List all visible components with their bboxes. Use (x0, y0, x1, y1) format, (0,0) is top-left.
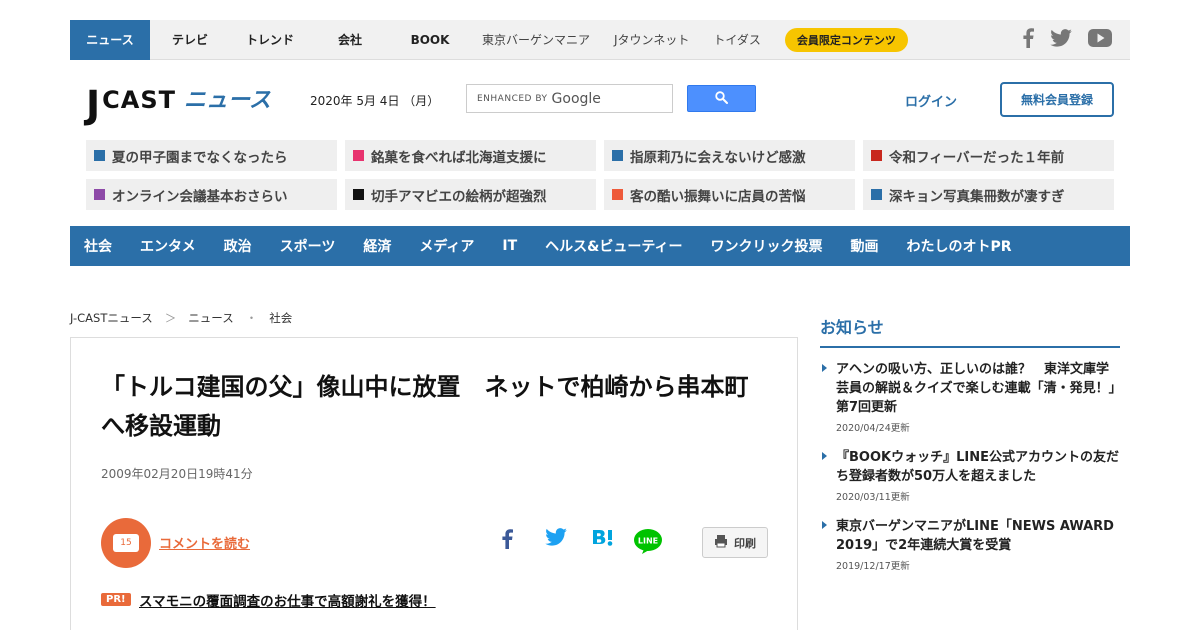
topnav-trend[interactable]: トレンド (230, 20, 310, 60)
register-button[interactable]: 無料会員登録 (1000, 82, 1114, 117)
social-links (1022, 28, 1112, 48)
facebook-icon[interactable] (1022, 28, 1034, 48)
trending-tag-label: 深キョン写真集冊数が凄すぎ (889, 188, 1065, 205)
top-navigation-bar: ニュース テレビ トレンド 会社 BOOK 東京バーゲンマニア Jタウンネット … (70, 19, 1130, 60)
notice-date: 2019/12/17更新 (836, 561, 910, 572)
trending-tag-label: 客の酷い振舞いに店員の苦悩 (630, 188, 806, 205)
breadcrumb-home[interactable]: J-CASTニュース (70, 310, 153, 326)
trending-tag[interactable]: 令和フィーバーだった１年前 (863, 140, 1114, 171)
trending-tag[interactable]: 銘菓を食べれば北海道支援に (345, 140, 596, 171)
notice-date: 2020/04/24更新 (836, 423, 910, 434)
trending-tag-label: 銘菓を食べれば北海道支援に (371, 149, 547, 166)
category-item[interactable]: 経済 (363, 236, 391, 256)
breadcrumb-separator: ＞ (164, 311, 177, 325)
category-item[interactable]: 政治 (224, 236, 252, 256)
tag-color-marker (353, 189, 364, 200)
notices-heading: お知らせ (820, 314, 1120, 348)
breadcrumb: J-CASTニュース ＞ ニュース ・ 社会 (70, 310, 292, 326)
search-icon (715, 89, 728, 108)
tag-color-marker (612, 189, 623, 200)
trending-tag[interactable]: 深キョン写真集冊数が凄すぎ (863, 179, 1114, 210)
pr-link[interactable]: スマモニの覆面調査のお仕事で高額謝礼を獲得！ (139, 590, 436, 610)
notice-text: 『BOOKウォッチ』LINE公式アカウントの友だち登録者数が50万人を超えました (836, 450, 1119, 484)
triangle-right-icon (822, 452, 827, 460)
triangle-right-icon (822, 364, 827, 372)
notice-text: 東京バーゲンマニアがLINE「NEWS AWARD 2019」で2年連続大賞を受… (836, 519, 1114, 553)
search-enhanced-label: ENHANCED BY (477, 93, 548, 104)
category-item[interactable]: わたしのオトPR (907, 236, 1012, 256)
category-item[interactable]: 社会 (84, 236, 112, 256)
article-card: 「トルコ建国の父」像山中に放置 ネットで柏崎から串本町へ移設運動 2009年02… (70, 337, 798, 630)
breadcrumb-news[interactable]: ニュース (188, 310, 233, 326)
article-date: 2009年02月20日19時41分 (101, 467, 253, 481)
notice-date: 2020/03/11更新 (836, 492, 910, 503)
category-item[interactable]: ワンクリック投票 (711, 236, 823, 256)
comment-icon[interactable]: 15 (101, 518, 151, 568)
topnav-news[interactable]: ニュース (70, 19, 150, 60)
comment-count: 15 (113, 534, 139, 552)
breadcrumb-separator: ・ (245, 311, 258, 325)
logo-news: ニュース (183, 88, 271, 113)
trending-tag[interactable]: オンライン会議基本おさらい (86, 179, 337, 210)
notice-item[interactable]: 東京バーゲンマニアがLINE「NEWS AWARD 2019」で2年連続大賞を受… (820, 517, 1120, 572)
login-link[interactable]: ログイン (905, 91, 957, 110)
tag-color-marker (94, 189, 105, 200)
search-button[interactable] (687, 85, 756, 112)
topnav-toidas[interactable]: トイダス (701, 20, 773, 60)
tag-color-marker (353, 150, 364, 161)
article-title: 「トルコ建国の父」像山中に放置 ネットで柏崎から串本町へ移設運動 (101, 373, 749, 440)
category-navigation: 社会 エンタメ 政治 スポーツ 経済 メディア IT ヘルス&ビューティー ワンクリック投票 動画… (70, 226, 1130, 266)
trending-tag[interactable]: 客の酷い振舞いに店員の苦悩 (604, 179, 855, 210)
topnav-book[interactable]: BOOK (390, 20, 470, 60)
current-date: 2020年 5月 4日 （月） (310, 94, 440, 108)
tag-color-marker (612, 150, 623, 161)
category-item[interactable]: IT (502, 238, 517, 254)
logo-j: J (86, 83, 101, 127)
line-share-icon[interactable]: LINE (634, 528, 662, 554)
category-item[interactable]: 動画 (851, 236, 879, 256)
breadcrumb-society[interactable]: 社会 (269, 310, 292, 326)
tag-color-marker (871, 150, 882, 161)
youtube-icon[interactable] (1088, 29, 1112, 47)
topnav-j-town-net[interactable]: Jタウンネット (602, 20, 701, 60)
trending-tag[interactable]: 夏の甲子園までなくなったら (86, 140, 337, 171)
topnav-bargain-mania[interactable]: 東京バーゲンマニア (470, 20, 602, 60)
facebook-share-icon[interactable] (501, 528, 513, 550)
printer-icon (714, 534, 728, 551)
pr-badge: PR! (101, 593, 131, 606)
triangle-right-icon (822, 521, 827, 529)
category-item[interactable]: ヘルス&ビューティー (545, 236, 682, 256)
hatena-bookmark-icon[interactable] (591, 528, 615, 548)
print-label: 印刷 (734, 536, 756, 550)
read-comments-link[interactable]: コメントを読む (159, 533, 250, 552)
notice-item[interactable]: 『BOOKウォッチ』LINE公式アカウントの友だち登録者数が50万人を超えました… (820, 448, 1120, 503)
topnav-company[interactable]: 会社 (310, 20, 390, 60)
topnav-tv[interactable]: テレビ (150, 20, 230, 60)
tag-color-marker (871, 189, 882, 200)
category-item[interactable]: スポーツ (280, 236, 336, 256)
trending-tag-label: 夏の甲子園までなくなったら (112, 149, 288, 166)
logo-cast: CAST (102, 86, 176, 114)
trending-tag[interactable]: 指原莉乃に会えないけど感激 (604, 140, 855, 171)
trending-tag-label: オンライン会議基本おさらい (112, 188, 288, 205)
trending-tag[interactable]: 切手アマビエの絵柄が超強烈 (345, 179, 596, 210)
notices-list: アヘンの吸い方、正しいのは誰？ 東洋文庫学芸員の解説＆クイズで楽しむ連載「清・発… (820, 360, 1120, 586)
svg-text:LINE: LINE (638, 537, 658, 546)
print-button[interactable]: 印刷 (702, 527, 768, 558)
members-only-badge[interactable]: 会員限定コンテンツ (784, 27, 908, 52)
notice-item[interactable]: アヘンの吸い方、正しいのは誰？ 東洋文庫学芸員の解説＆クイズで楽しむ連載「清・発… (820, 360, 1120, 434)
trending-tag-label: 令和フィーバーだった１年前 (889, 149, 1065, 166)
site-logo[interactable]: J CAST ニュース (86, 78, 286, 124)
category-item[interactable]: エンタメ (140, 236, 196, 256)
twitter-share-icon[interactable] (545, 528, 567, 546)
notice-text: アヘンの吸い方、正しいのは誰？ 東洋文庫学芸員の解説＆クイズで楽しむ連載「清・発… (836, 362, 1116, 415)
trending-tag-label: 指原莉乃に会えないけど感激 (630, 149, 806, 166)
tag-color-marker (94, 150, 105, 161)
search-input[interactable]: ENHANCED BY Google (466, 84, 673, 113)
search-google-label: Google (551, 90, 601, 107)
twitter-icon[interactable] (1050, 29, 1072, 47)
trending-tags: 夏の甲子園までなくなったら 銘菓を食べれば北海道支援に 指原莉乃に会えないけど感激 令… (86, 140, 1114, 210)
trending-tag-label: 切手アマビエの絵柄が超強烈 (371, 188, 547, 205)
category-item[interactable]: メディア (419, 236, 474, 256)
